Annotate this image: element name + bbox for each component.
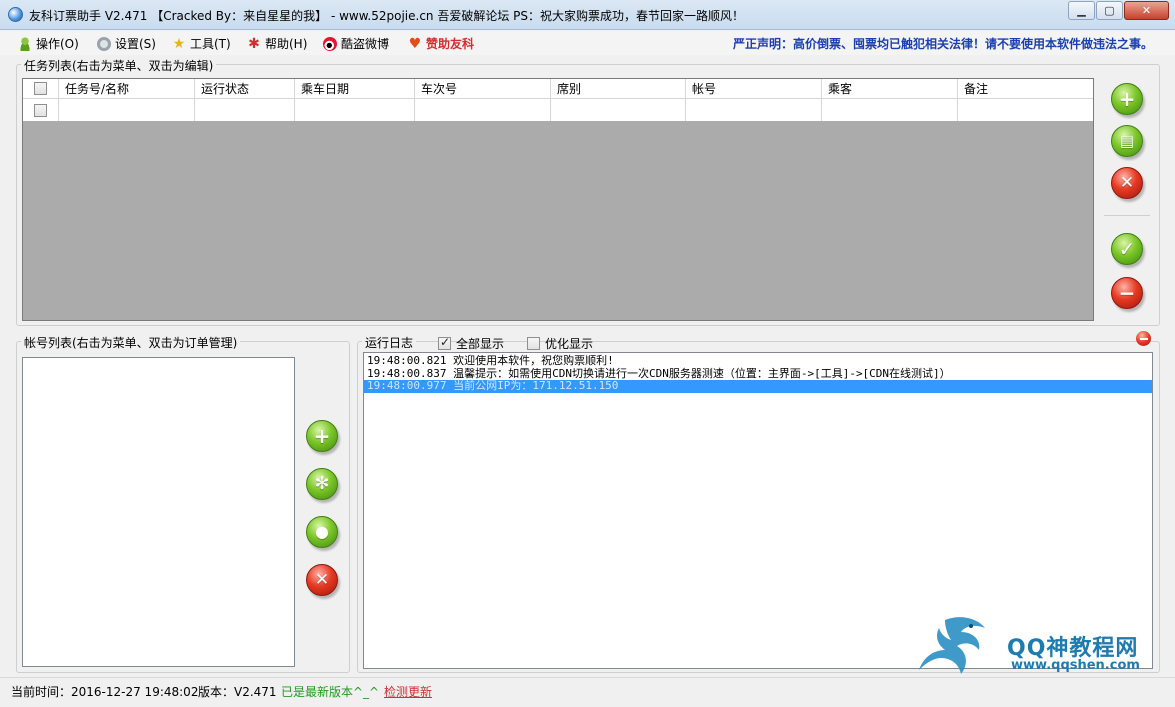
table-row[interactable] (23, 99, 1093, 121)
row-checkbox[interactable] (34, 103, 47, 117)
maximize-icon: ▢ (1104, 4, 1115, 17)
column-header[interactable]: 乘车日期 (295, 79, 415, 98)
current-time: 当前时间：2016-12-27 19:48:02 (11, 685, 199, 699)
show-all-label: 全部显示 (456, 337, 505, 351)
select-all-checkbox[interactable] (34, 82, 47, 95)
column-header[interactable]: 任务号/名称 (59, 79, 195, 98)
app-icon (8, 7, 23, 22)
star-icon: ★ (172, 35, 186, 52)
legal-notice: 严正声明：高价倒票、囤票均已触犯相关法律！请不要使用本软件做违法之事。 (732, 37, 1153, 51)
menu-label: 操作(O) (36, 37, 79, 51)
optimize-option[interactable]: 优化显示 (527, 335, 593, 352)
menu-label: 工具(T) (190, 37, 231, 51)
log-line-selected[interactable]: 19:48:00.977 当前公网IP为：171.12.51.150 (364, 379, 1152, 393)
menu-label: 帮助(H) (265, 37, 308, 51)
document-icon: ▤ (1119, 132, 1135, 150)
check-update-link[interactable]: 检测更新 (384, 683, 432, 700)
minimize-button[interactable]: ▁ (1068, 1, 1095, 20)
table-cell[interactable] (195, 99, 295, 121)
table-cell[interactable] (295, 99, 415, 121)
row-select-cell (23, 99, 59, 121)
dragon-logo-icon (919, 617, 985, 674)
menu-operate[interactable]: 操作(O) (18, 35, 79, 52)
menu-label: 设置(S) (115, 37, 156, 51)
account-user-button[interactable]: ● (306, 516, 338, 548)
menu-help[interactable]: ✱ 帮助(H) (247, 35, 307, 52)
weibo-icon (323, 36, 337, 51)
window-controls: ▁ ▢ ✕ (1067, 1, 1169, 20)
user-icon (18, 36, 32, 51)
table-cell[interactable] (686, 99, 822, 121)
menu-label: 赞助友科 (426, 37, 475, 51)
select-all-cell (23, 79, 59, 98)
log-label: 运行日志 (362, 334, 417, 351)
table-cell[interactable] (59, 99, 195, 121)
latest-version-text: 已是最新版本^_^ (281, 685, 380, 699)
column-header[interactable]: 帐号 (686, 79, 822, 98)
delete-account-button[interactable]: ✕ (306, 564, 338, 596)
status-bar: 当前时间：2016-12-27 19:48:02 版本：V2.471 已是最新版… (0, 677, 1175, 707)
delete-task-button[interactable]: ✕ (1111, 167, 1143, 199)
clear-log-button[interactable] (1136, 331, 1151, 346)
table-cell[interactable] (551, 99, 686, 121)
menu-tools[interactable]: ★ 工具(T) (172, 35, 231, 52)
stop-task-button[interactable]: − (1111, 277, 1143, 309)
asterisk-icon: ✻ (314, 473, 330, 494)
watermark-url: www.qqshen.com (1011, 658, 1140, 673)
show-all-option[interactable]: 全部显示 (438, 335, 504, 352)
add-account-button[interactable]: + (306, 420, 338, 452)
watermark: QQ神教程网 www.qqshen.com (915, 612, 1165, 682)
column-header[interactable]: 运行状态 (195, 79, 295, 98)
x-icon: ✕ (314, 570, 330, 590)
log-line: 19:48:00.821 欢迎使用本软件，祝您购票顺利! (367, 354, 614, 367)
optimize-label: 优化显示 (545, 337, 594, 351)
add-task-button[interactable]: + (1111, 83, 1143, 115)
account-list-label: 帐号列表(右击为菜单、双击为订单管理) (21, 334, 241, 351)
table-cell[interactable] (822, 99, 958, 121)
maximize-button[interactable]: ▢ (1096, 1, 1123, 20)
person-icon: ● (315, 522, 329, 541)
gear-icon (97, 36, 111, 51)
help-icon: ✱ (248, 35, 260, 52)
task-table[interactable]: 任务号/名称 运行状态 乘车日期 车次号 席别 帐号 乘客 备注 (22, 78, 1094, 321)
heart-icon: ♥ (408, 35, 422, 52)
plus-icon: + (313, 424, 331, 448)
show-all-checkbox[interactable] (438, 335, 451, 350)
copy-task-button[interactable]: ▤ (1111, 125, 1143, 157)
column-header[interactable]: 备注 (958, 79, 1093, 98)
account-list[interactable] (22, 357, 295, 667)
column-header[interactable]: 席别 (551, 79, 686, 98)
check-icon: ✓ (1118, 237, 1136, 261)
x-icon: ✕ (1119, 173, 1135, 193)
version-text: 版本：V2.471 (198, 685, 277, 699)
menu-sponsor[interactable]: ♥ 赞助友科 (408, 35, 474, 52)
table-cell[interactable] (958, 99, 1093, 121)
close-icon: ✕ (1141, 4, 1152, 17)
menu-label: 酷盗微博 (341, 37, 390, 51)
optimize-checkbox[interactable] (527, 337, 540, 350)
task-list-label: 任务列表(右击为菜单、双击为编辑) (21, 57, 217, 74)
account-settings-button[interactable]: ✻ (306, 468, 338, 500)
separator (1104, 215, 1150, 216)
menu-settings[interactable]: 设置(S) (97, 35, 156, 52)
task-table-header: 任务号/名称 运行状态 乘车日期 车次号 席别 帐号 乘客 备注 (23, 79, 1093, 99)
close-button[interactable]: ✕ (1124, 1, 1169, 20)
menu-weibo[interactable]: 酷盗微博 (323, 35, 389, 52)
column-header[interactable]: 车次号 (415, 79, 551, 98)
menu-bar: 操作(O) 设置(S) ★ 工具(T) ✱ 帮助(H) 酷盗微博 ♥ 赞助友科 … (0, 31, 1175, 55)
table-cell[interactable] (415, 99, 551, 121)
title-bar: 友科订票助手 V2.471 【Cracked By：来自星星的我】 - www.… (0, 0, 1175, 30)
window-title: 友科订票助手 V2.471 【Cracked By：来自星星的我】 - www.… (29, 9, 745, 23)
minus-icon: − (1118, 281, 1136, 305)
minimize-icon: ▁ (1077, 4, 1086, 17)
plus-icon: + (1118, 87, 1136, 111)
column-header[interactable]: 乘客 (822, 79, 958, 98)
start-task-button[interactable]: ✓ (1111, 233, 1143, 265)
